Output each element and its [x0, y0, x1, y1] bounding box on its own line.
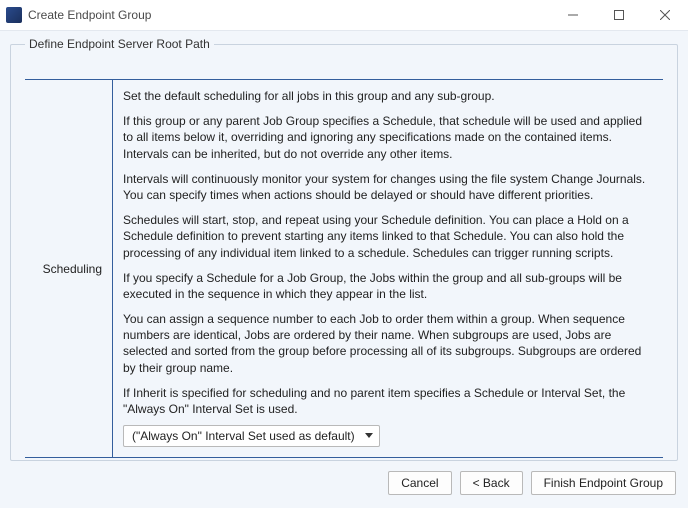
scheduling-row: Scheduling Set the default scheduling fo…: [25, 80, 663, 457]
scheduling-label: Scheduling: [25, 80, 113, 457]
scheduling-section: Scheduling Set the default scheduling fo…: [25, 79, 663, 458]
scheduling-content: Set the default scheduling for all jobs …: [113, 80, 663, 457]
scheduling-paragraph: You can assign a sequence number to each…: [123, 311, 653, 376]
app-icon: [6, 7, 22, 23]
scheduling-combo[interactable]: ("Always On" Interval Set used as defaul…: [123, 425, 380, 447]
scheduling-paragraph: If Inherit is specified for scheduling a…: [123, 385, 653, 417]
back-button[interactable]: < Back: [460, 471, 523, 495]
chevron-down-icon: [365, 433, 373, 439]
titlebar: Create Endpoint Group: [0, 0, 688, 30]
scheduling-combo-value: ("Always On" Interval Set used as defaul…: [132, 429, 355, 443]
scheduling-paragraph: If you specify a Schedule for a Job Grou…: [123, 270, 653, 302]
minimize-button[interactable]: [550, 0, 596, 30]
scheduling-paragraph: Intervals will continuously monitor your…: [123, 171, 653, 203]
groupbox-legend: Define Endpoint Server Root Path: [25, 37, 214, 51]
scheduling-paragraph: Set the default scheduling for all jobs …: [123, 88, 653, 104]
cancel-button[interactable]: Cancel: [388, 471, 451, 495]
wizard-footer: Cancel < Back Finish Endpoint Group: [10, 471, 678, 495]
finish-endpoint-group-button[interactable]: Finish Endpoint Group: [531, 471, 676, 495]
define-root-path-groupbox: Define Endpoint Server Root Path Schedul…: [10, 37, 678, 461]
scheduling-paragraph: Schedules will start, stop, and repeat u…: [123, 212, 653, 261]
scheduling-paragraph: If this group or any parent Job Group sp…: [123, 113, 653, 162]
maximize-button[interactable]: [596, 0, 642, 30]
close-button[interactable]: [642, 0, 688, 30]
client-area: Define Endpoint Server Root Path Schedul…: [0, 30, 688, 508]
window-title: Create Endpoint Group: [28, 8, 151, 22]
